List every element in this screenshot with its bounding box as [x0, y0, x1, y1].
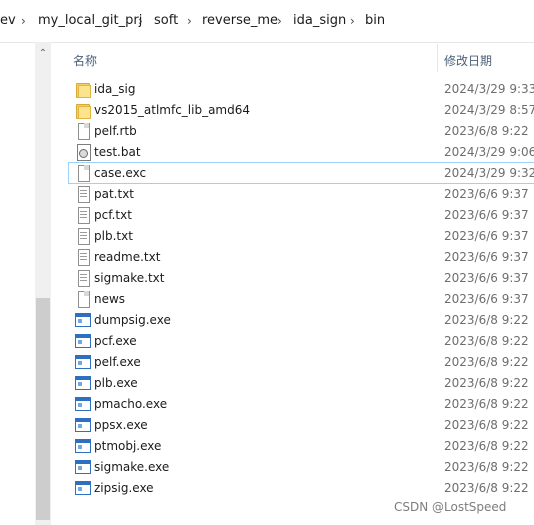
executable-icon — [75, 354, 91, 370]
file-row[interactable]: ida_sig 2024/3/29 9:33 — [69, 79, 534, 99]
file-row[interactable]: readme.txt 2023/6/6 9:37 — [69, 247, 534, 267]
file-name[interactable]: pelf.exe — [94, 354, 141, 370]
file-icon — [75, 123, 91, 140]
file-date-modified: 2023/6/8 9:22 — [444, 439, 529, 453]
scrollbar-thumb[interactable] — [36, 298, 50, 520]
file-row[interactable]: pelf.rtb 2023/6/8 9:22 — [69, 121, 534, 141]
vertical-scrollbar[interactable]: ⌃ — [35, 42, 51, 525]
folder-icon — [75, 102, 91, 119]
breadcrumb-item-my-local-git-prj[interactable]: my_local_git_prj — [38, 13, 142, 29]
file-name[interactable]: pelf.rtb — [94, 123, 137, 139]
column-header-date-modified[interactable]: 修改日期 — [444, 52, 492, 69]
file-name[interactable]: pat.txt — [94, 186, 134, 202]
text-file-icon — [75, 186, 91, 203]
file-name[interactable]: news — [94, 291, 125, 307]
file-date-modified: 2024/3/29 9:32 — [444, 166, 534, 180]
file-name[interactable]: vs2015_atlmfc_lib_amd64 — [94, 102, 250, 118]
file-name[interactable]: sigmake.txt — [94, 270, 164, 286]
chevron-right-icon[interactable]: › — [21, 13, 26, 29]
file-row[interactable]: pmacho.exe 2023/6/8 9:22 — [69, 394, 534, 414]
file-date-modified: 2024/3/29 8:57 — [444, 103, 534, 117]
chevron-right-icon[interactable]: › — [277, 13, 282, 29]
file-date-modified: 2024/3/29 9:33 — [444, 82, 534, 96]
executable-icon — [75, 438, 91, 454]
file-name[interactable]: readme.txt — [94, 249, 160, 265]
file-date-modified: 2023/6/8 9:22 — [444, 397, 529, 411]
file-date-modified: 2023/6/8 9:22 — [444, 418, 529, 432]
file-name[interactable]: pmacho.exe — [94, 396, 167, 412]
file-date-modified: 2023/6/8 9:22 — [444, 376, 529, 390]
text-file-icon — [75, 207, 91, 224]
file-row[interactable]: ppsx.exe 2023/6/8 9:22 — [69, 415, 534, 435]
file-name[interactable]: pcf.txt — [94, 207, 132, 223]
file-row[interactable]: pelf.exe 2023/6/8 9:22 — [69, 352, 534, 372]
file-icon — [75, 165, 91, 182]
file-row[interactable]: dumpsig.exe 2023/6/8 9:22 — [69, 310, 534, 330]
file-row[interactable]: sigmake.txt 2023/6/6 9:37 — [69, 268, 534, 288]
file-row[interactable]: news 2023/6/6 9:37 — [69, 289, 534, 309]
breadcrumb: ev › my_local_git_prj › soft › reverse_m… — [0, 0, 534, 43]
file-row[interactable]: vs2015_atlmfc_lib_amd64 2024/3/29 8:57 — [69, 100, 534, 120]
file-date-modified: 2023/6/6 9:37 — [444, 292, 529, 306]
executable-icon — [75, 333, 91, 349]
chevron-right-icon[interactable]: › — [350, 13, 355, 29]
file-date-modified: 2023/6/6 9:37 — [444, 229, 529, 243]
file-date-modified: 2023/6/8 9:22 — [444, 481, 529, 495]
file-name[interactable]: plb.txt — [94, 228, 133, 244]
file-row[interactable]: pcf.txt 2023/6/6 9:37 — [69, 205, 534, 225]
file-name[interactable]: ida_sig — [94, 81, 136, 97]
chevron-right-icon[interactable]: › — [138, 13, 143, 29]
text-file-icon — [75, 270, 91, 287]
file-row[interactable]: plb.exe 2023/6/8 9:22 — [69, 373, 534, 393]
breadcrumb-item-bin[interactable]: bin — [365, 13, 385, 29]
text-file-icon — [75, 249, 91, 266]
file-row[interactable]: pat.txt 2023/6/6 9:37 — [69, 184, 534, 204]
file-date-modified: 2024/3/29 9:06 — [444, 145, 534, 159]
column-divider[interactable] — [437, 44, 438, 72]
file-row[interactable]: plb.txt 2023/6/6 9:37 — [69, 226, 534, 246]
file-name[interactable]: ppsx.exe — [94, 417, 148, 433]
file-name[interactable]: dumpsig.exe — [94, 312, 171, 328]
file-date-modified: 2023/6/8 9:22 — [444, 355, 529, 369]
executable-icon — [75, 312, 91, 328]
column-header-name[interactable]: 名称 — [73, 52, 97, 69]
executable-icon — [75, 459, 91, 475]
file-date-modified: 2023/6/8 9:22 — [444, 124, 529, 138]
executable-icon — [75, 375, 91, 391]
file-date-modified: 2023/6/6 9:37 — [444, 187, 529, 201]
file-name[interactable]: sigmake.exe — [94, 459, 169, 475]
file-row[interactable]: zipsig.exe 2023/6/8 9:22 — [69, 478, 534, 498]
breadcrumb-item-ida-sign[interactable]: ida_sign — [293, 13, 346, 29]
executable-icon — [75, 396, 91, 412]
executable-icon — [75, 417, 91, 433]
file-name[interactable]: case.exc — [94, 165, 146, 181]
chevron-right-icon[interactable]: › — [187, 13, 192, 29]
file-date-modified: 2023/6/6 9:37 — [444, 271, 529, 285]
breadcrumb-item-ev[interactable]: ev — [0, 13, 16, 29]
file-name[interactable]: zipsig.exe — [94, 480, 154, 496]
file-name[interactable]: pcf.exe — [94, 333, 137, 349]
watermark: CSDN @LostSpeed — [394, 500, 507, 514]
file-date-modified: 2023/6/8 9:22 — [444, 460, 529, 474]
batch-file-icon — [75, 144, 91, 161]
scroll-up-arrow-icon[interactable]: ⌃ — [35, 46, 51, 62]
file-name[interactable]: plb.exe — [94, 375, 138, 391]
file-date-modified: 2023/6/6 9:37 — [444, 208, 529, 222]
file-icon — [75, 291, 91, 308]
text-file-icon — [75, 228, 91, 245]
executable-icon — [75, 480, 91, 496]
file-row[interactable]: sigmake.exe 2023/6/8 9:22 — [69, 457, 534, 477]
folder-icon — [75, 81, 91, 98]
breadcrumb-item-soft[interactable]: soft — [154, 13, 178, 29]
file-row[interactable]: ptmobj.exe 2023/6/8 9:22 — [69, 436, 534, 456]
file-row[interactable]: case.exc 2024/3/29 9:32 — [68, 162, 534, 184]
file-row[interactable]: pcf.exe 2023/6/8 9:22 — [69, 331, 534, 351]
file-date-modified: 2023/6/8 9:22 — [444, 313, 529, 327]
file-name[interactable]: ptmobj.exe — [94, 438, 161, 454]
file-row[interactable]: test.bat 2024/3/29 9:06 — [69, 142, 534, 162]
file-date-modified: 2023/6/8 9:22 — [444, 334, 529, 348]
file-name[interactable]: test.bat — [94, 144, 141, 160]
breadcrumb-item-reverse-me[interactable]: reverse_me — [202, 13, 278, 29]
file-date-modified: 2023/6/6 9:37 — [444, 250, 529, 264]
